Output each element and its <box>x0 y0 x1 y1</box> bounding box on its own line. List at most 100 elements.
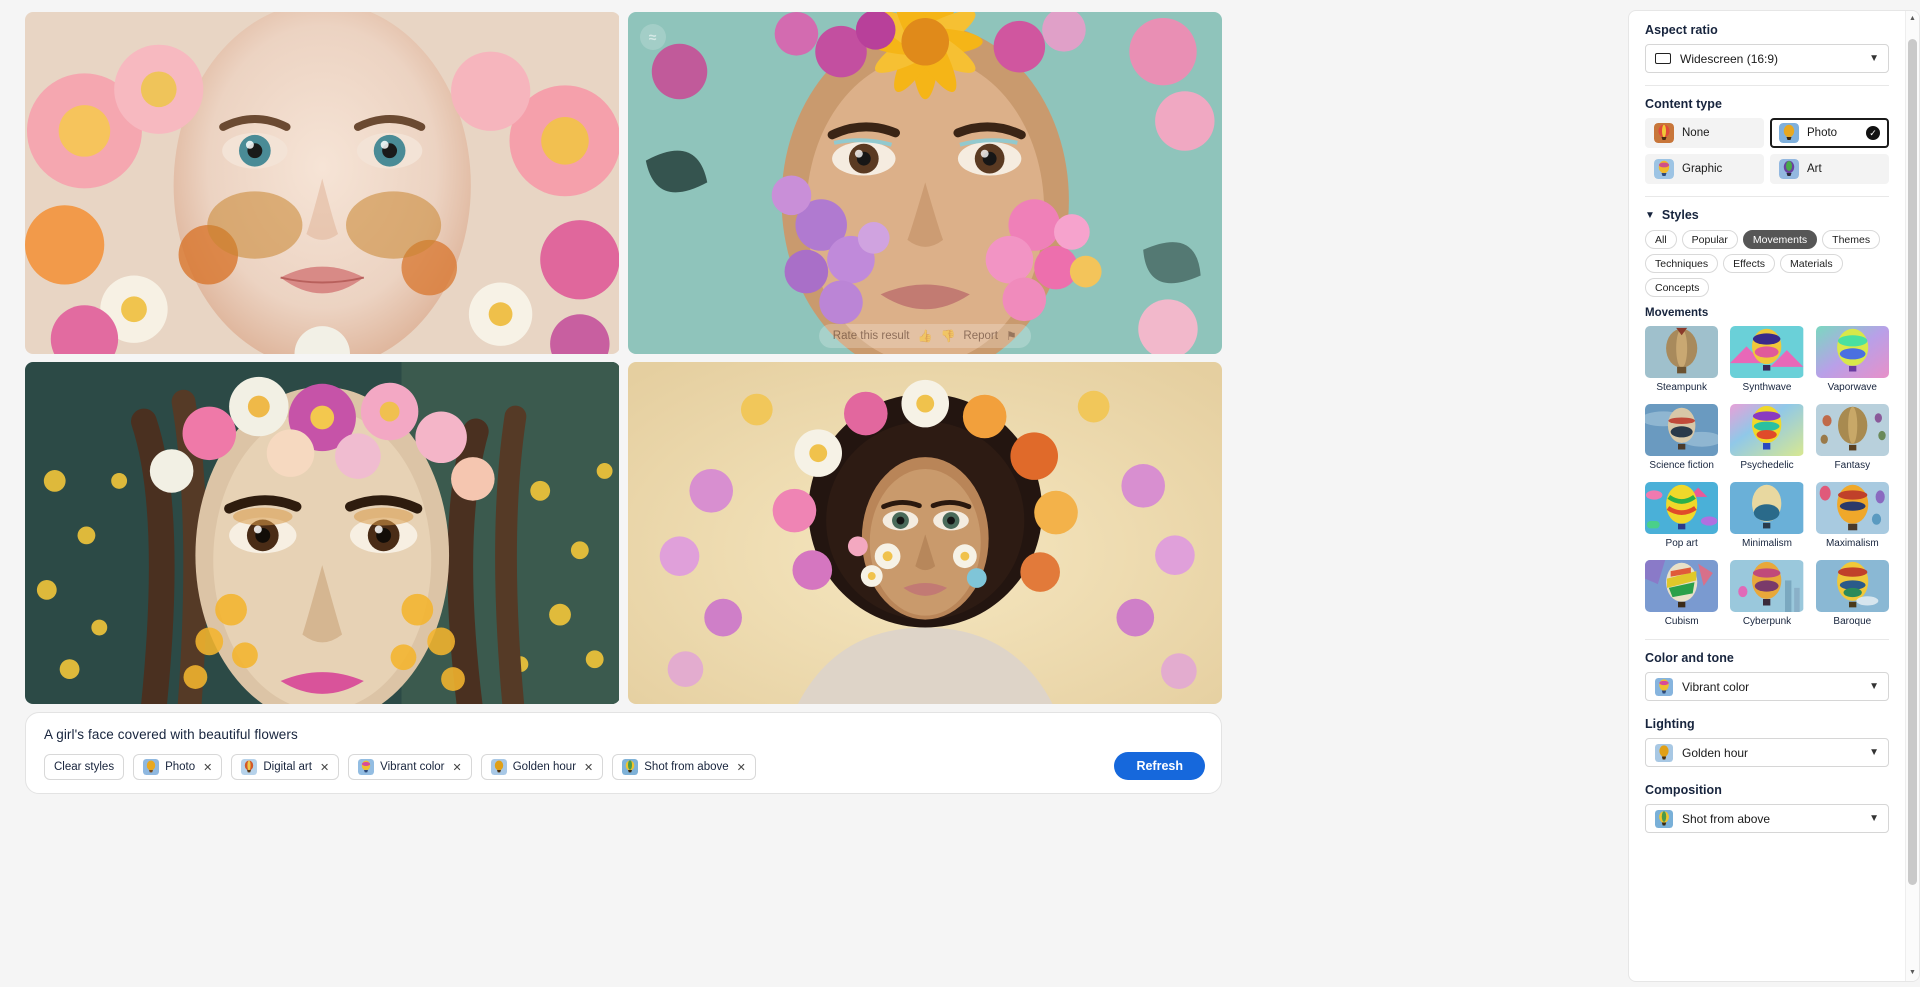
balloon-thumb-icon <box>358 759 375 775</box>
color-and-tone-title: Color and tone <box>1645 651 1734 665</box>
balloon-thumb-icon <box>490 759 507 775</box>
style-filter-movements[interactable]: Movements <box>1742 230 1818 249</box>
style-item-cyberpunk[interactable]: Cyberpunk <box>1730 560 1804 627</box>
style-label: Vaporwave <box>1827 382 1877 393</box>
content-type-option-photo[interactable]: Photo ✓ <box>1770 118 1889 148</box>
scrollbar-track[interactable] <box>1906 25 1919 967</box>
style-label: Minimalism <box>1741 538 1792 549</box>
composition-dropdown[interactable]: Shot from above ▼ <box>1645 804 1889 833</box>
style-label: Cubism <box>1664 616 1699 627</box>
style-filter-all[interactable]: All <box>1645 230 1677 249</box>
style-filter-techniques[interactable]: Techniques <box>1645 254 1719 273</box>
style-item-vaporwave[interactable]: Vaporwave <box>1815 326 1889 393</box>
steampunk-balloon-thumbnail <box>1645 326 1719 378</box>
style-chip-vibrant-color[interactable]: Vibrant color ✕ <box>348 754 472 780</box>
style-filter-effects[interactable]: Effects <box>1723 254 1776 273</box>
content-type-label: Art <box>1807 163 1822 175</box>
settings-panel-scrollbar[interactable]: ▲ ▼ <box>1905 11 1919 981</box>
balloon-thumb-icon <box>1655 809 1673 828</box>
generated-image-3[interactable] <box>25 362 620 704</box>
styles-section-header[interactable]: ▼ Styles <box>1645 208 1889 222</box>
generated-image-4[interactable] <box>627 362 1223 704</box>
style-chip-golden-hour[interactable]: Golden hour ✕ <box>480 754 604 780</box>
psychedelic-balloon-thumbnail <box>1730 404 1804 456</box>
close-icon[interactable]: ✕ <box>320 761 329 774</box>
style-item-maximalism[interactable]: Maximalism <box>1815 482 1889 549</box>
refresh-button[interactable]: Refresh <box>1114 752 1205 780</box>
style-chip-photo[interactable]: Photo ✕ <box>133 754 223 780</box>
clear-styles-label: Clear styles <box>54 761 115 773</box>
close-icon[interactable]: ✕ <box>453 761 462 774</box>
maximalism-balloon-thumbnail <box>1815 482 1889 534</box>
rate-result-overlay[interactable]: Rate this result 👍 👎 Report ⚑ <box>818 324 1031 348</box>
style-item-science-fiction[interactable]: Science fiction <box>1645 404 1719 471</box>
style-chip-label: Vibrant color <box>380 761 445 773</box>
generated-image-2[interactable]: ≈ Rate this result 👍 👎 Report ⚑ <box>627 12 1223 354</box>
close-icon[interactable]: ✕ <box>584 761 593 774</box>
vaporwave-balloon-thumbnail <box>1815 326 1889 378</box>
image-2-art <box>627 12 1222 354</box>
chevron-down-icon: ▼ <box>1645 209 1655 221</box>
style-filter-popular[interactable]: Popular <box>1681 230 1738 249</box>
divider <box>1645 85 1889 86</box>
content-type-options: None Photo ✓ Graphic Art <box>1645 118 1889 184</box>
style-filter-pills: All Popular Movements Themes Techniques … <box>1645 230 1889 297</box>
style-item-minimalism[interactable]: Minimalism <box>1730 482 1804 549</box>
scroll-down-arrow-icon[interactable]: ▼ <box>1909 967 1916 979</box>
aspect-ratio-dropdown[interactable]: Widescreen (16:9) ▼ <box>1645 44 1889 73</box>
synthwave-balloon-thumbnail <box>1730 326 1804 378</box>
content-credentials-icon: ≈ <box>639 24 666 50</box>
style-item-psychedelic[interactable]: Psychedelic <box>1730 404 1804 471</box>
style-item-cubism[interactable]: Cubism <box>1645 560 1719 627</box>
style-chip-shot-from-above[interactable]: Shot from above ✕ <box>612 754 756 780</box>
thumbs-up-icon[interactable]: 👍 <box>918 329 933 343</box>
content-type-option-none[interactable]: None <box>1645 118 1764 148</box>
cubism-balloon-thumbnail <box>1645 560 1719 612</box>
style-filter-concepts[interactable]: Concepts <box>1645 278 1710 297</box>
cyberpunk-balloon-thumbnail <box>1730 560 1804 612</box>
report-label[interactable]: Report <box>963 330 998 342</box>
content-type-option-art[interactable]: Art <box>1770 154 1889 184</box>
balloon-thumb-icon <box>1654 123 1674 143</box>
thumbs-down-icon[interactable]: 👎 <box>940 329 955 343</box>
style-chip-row: Clear styles Photo ✕ Digital art ✕ Vibra… <box>44 754 1203 780</box>
content-type-label: Graphic <box>1682 163 1723 175</box>
flag-icon[interactable]: ⚑ <box>1006 329 1017 343</box>
baroque-balloon-thumbnail <box>1815 560 1889 612</box>
close-icon[interactable]: ✕ <box>203 761 212 774</box>
content-type-option-graphic[interactable]: Graphic <box>1645 154 1764 184</box>
rate-result-label: Rate this result <box>832 330 910 342</box>
results-area: ≈ Rate this result 👍 👎 Report ⚑ A girl's… <box>0 0 1625 987</box>
aspect-ratio-value: Widescreen (16:9) <box>1680 51 1779 66</box>
style-item-fantasy[interactable]: Fantasy <box>1815 404 1889 471</box>
chevron-down-icon: ▼ <box>1869 681 1879 692</box>
content-type-label: None <box>1682 127 1710 139</box>
styles-title: Styles <box>1661 208 1699 222</box>
chevron-down-icon: ▼ <box>1869 53 1879 64</box>
divider <box>1645 639 1889 640</box>
color-and-tone-dropdown[interactable]: Vibrant color ▼ <box>1645 672 1889 701</box>
balloon-thumb-icon <box>1655 743 1673 762</box>
style-item-synthwave[interactable]: Synthwave <box>1730 326 1804 393</box>
movements-group-title: Movements <box>1645 307 1709 319</box>
style-label: Pop art <box>1665 538 1698 549</box>
style-item-baroque[interactable]: Baroque <box>1815 560 1889 627</box>
style-label: Psychedelic <box>1740 460 1794 471</box>
scroll-up-arrow-icon[interactable]: ▲ <box>1909 13 1916 25</box>
check-circle-icon: ✓ <box>1866 126 1880 140</box>
style-filter-materials[interactable]: Materials <box>1780 254 1843 273</box>
scrollbar-thumb[interactable] <box>1908 39 1917 885</box>
close-icon[interactable]: ✕ <box>737 761 746 774</box>
style-filter-themes[interactable]: Themes <box>1822 230 1881 249</box>
minimalism-balloon-thumbnail <box>1730 482 1804 534</box>
generated-image-1[interactable] <box>25 12 620 354</box>
style-item-pop-art[interactable]: Pop art <box>1645 482 1719 549</box>
lighting-dropdown[interactable]: Golden hour ▼ <box>1645 738 1889 767</box>
style-item-steampunk[interactable]: Steampunk <box>1645 326 1719 393</box>
prompt-text[interactable]: A girl's face covered with beautiful flo… <box>44 727 1203 742</box>
style-chip-label: Shot from above <box>644 761 729 773</box>
style-chip-digital-art[interactable]: Digital art ✕ <box>231 754 340 780</box>
prompt-bar: A girl's face covered with beautiful flo… <box>25 712 1222 794</box>
clear-styles-button[interactable]: Clear styles <box>44 754 125 780</box>
color-and-tone-value: Vibrant color <box>1682 679 1750 694</box>
